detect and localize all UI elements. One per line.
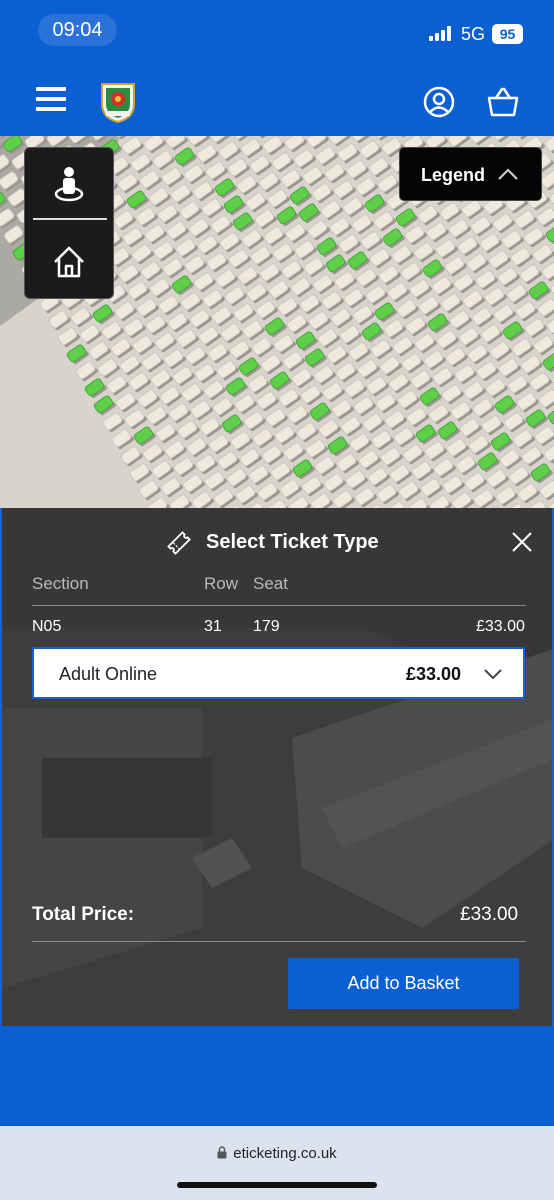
controls-divider bbox=[33, 218, 107, 220]
select-ticket-type-panel: Select Ticket Type Section Row Seat N05 … bbox=[0, 508, 554, 1026]
url-display[interactable]: eticketing.co.uk bbox=[0, 1145, 554, 1162]
seat-price: £33.00 bbox=[476, 618, 525, 635]
total-price-label: Total Price: bbox=[32, 904, 135, 925]
header-divider bbox=[32, 605, 526, 606]
status-bar: 09:04 5G 95 bbox=[0, 0, 554, 62]
browser-url-bar[interactable]: eticketing.co.uk bbox=[0, 1126, 554, 1200]
home-indicator bbox=[177, 1182, 377, 1188]
legend-toggle-button[interactable]: Legend bbox=[399, 147, 542, 201]
battery-icon: 95 bbox=[492, 24, 523, 44]
page-footer-strip bbox=[0, 1026, 554, 1126]
ticket-type-price: £33.00 bbox=[406, 664, 462, 684]
lock-icon bbox=[217, 1146, 227, 1159]
panel-title-text: Select Ticket Type bbox=[206, 531, 379, 553]
ticket-icon bbox=[167, 531, 191, 555]
person-view-icon bbox=[54, 167, 84, 202]
signal-icon bbox=[429, 26, 453, 41]
home-view-button[interactable] bbox=[25, 226, 115, 298]
close-icon[interactable] bbox=[510, 530, 534, 554]
ticket-type-dropdown[interactable]: Adult Online £33.00 bbox=[32, 647, 525, 699]
network-type: 5G bbox=[461, 24, 486, 44]
selected-seat: 179 bbox=[253, 618, 280, 635]
add-to-basket-button[interactable]: Add to Basket bbox=[288, 958, 519, 1009]
map-view-controls bbox=[24, 147, 114, 299]
chevron-up-icon bbox=[498, 168, 518, 180]
total-price-value: £33.00 bbox=[460, 904, 519, 925]
total-divider bbox=[32, 941, 526, 942]
selected-section: N05 bbox=[32, 618, 62, 635]
account-icon[interactable] bbox=[423, 86, 455, 118]
ticket-type-label: Adult Online bbox=[59, 664, 158, 684]
view-from-seat-button[interactable] bbox=[25, 148, 115, 220]
column-header-section: Section bbox=[32, 574, 89, 593]
club-crest-logo[interactable] bbox=[96, 80, 140, 124]
url-text: eticketing.co.uk bbox=[233, 1145, 337, 1162]
home-icon bbox=[54, 246, 84, 278]
column-header-seat: Seat bbox=[253, 574, 288, 593]
legend-label: Legend bbox=[421, 165, 486, 185]
basket-icon[interactable] bbox=[486, 86, 520, 118]
selected-row: 31 bbox=[204, 618, 222, 635]
column-header-row: Row bbox=[204, 574, 239, 593]
status-time: 09:04 bbox=[38, 14, 117, 46]
hamburger-menu-icon[interactable] bbox=[36, 87, 66, 111]
chevron-down-icon bbox=[484, 669, 502, 680]
app-header bbox=[0, 62, 554, 136]
